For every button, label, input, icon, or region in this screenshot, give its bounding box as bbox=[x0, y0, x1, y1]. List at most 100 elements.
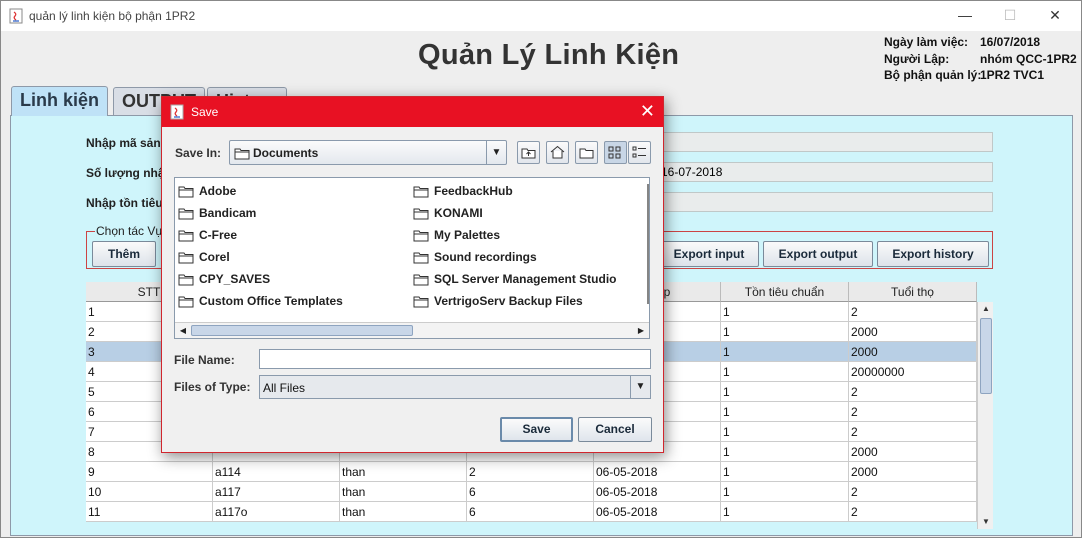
file-item-label: C-Free bbox=[199, 228, 238, 242]
scroll-left-arrow[interactable]: ◀ bbox=[176, 324, 190, 338]
table-cell[interactable]: than bbox=[340, 462, 467, 482]
scroll-thumb[interactable] bbox=[980, 318, 992, 394]
file-item[interactable]: Corel bbox=[178, 248, 408, 266]
table-cell[interactable]: 2000 bbox=[849, 442, 977, 462]
chevron-down-icon[interactable]: ▼ bbox=[486, 141, 506, 164]
table-row[interactable]: 9 a114 than 2 06-05-2018 1 2000 bbox=[86, 462, 977, 482]
table-cell[interactable]: 1 bbox=[721, 402, 849, 422]
file-list[interactable]: Adobe Bandicam C-Free Corel CPY_SAVES Custom … bbox=[174, 177, 650, 339]
table-cell[interactable]: 2000 bbox=[849, 342, 977, 362]
table-cell[interactable]: 2 bbox=[849, 502, 977, 522]
table-cell[interactable]: 1 bbox=[721, 382, 849, 402]
export-output-button[interactable]: Export output bbox=[763, 241, 873, 267]
table-cell[interactable]: 2 bbox=[849, 302, 977, 322]
table-cell[interactable]: 2 bbox=[849, 422, 977, 442]
scroll-down-arrow[interactable]: ▼ bbox=[978, 515, 994, 529]
table-cell[interactable]: 1 bbox=[721, 362, 849, 382]
table-cell[interactable]: 1 bbox=[721, 302, 849, 322]
table-cell[interactable]: than bbox=[340, 502, 467, 522]
file-item[interactable]: KONAMI bbox=[413, 204, 643, 222]
close-button[interactable]: ✕ bbox=[1043, 5, 1067, 25]
table-cell[interactable]: 06-05-2018 bbox=[594, 462, 721, 482]
table-row[interactable]: 11 a117o than 6 06-05-2018 1 2 bbox=[86, 502, 977, 522]
table-cell[interactable]: 1 bbox=[721, 342, 849, 362]
table-cell[interactable]: 2 bbox=[849, 402, 977, 422]
table-cell[interactable]: 10 bbox=[86, 482, 213, 502]
folder-icon bbox=[178, 230, 194, 242]
table-cell[interactable]: 2 bbox=[849, 482, 977, 502]
list-view-button[interactable] bbox=[604, 141, 627, 164]
header-lifespan[interactable]: Tuổi thọ bbox=[849, 282, 977, 302]
table-cell[interactable]: 6 bbox=[467, 502, 594, 522]
horizontal-scroll-thumb[interactable] bbox=[191, 325, 413, 336]
details-view-icon bbox=[632, 146, 646, 158]
table-row[interactable]: 10 a117 than 6 06-05-2018 1 2 bbox=[86, 482, 977, 502]
save-in-combo[interactable]: Documents ▼ bbox=[229, 140, 507, 165]
export-history-button[interactable]: Export history bbox=[877, 241, 989, 267]
table-cell[interactable]: 1 bbox=[721, 502, 849, 522]
file-item[interactable]: FeedbackHub bbox=[413, 182, 643, 200]
add-button[interactable]: Thêm bbox=[92, 241, 156, 267]
table-cell[interactable]: than bbox=[340, 482, 467, 502]
folder-icon bbox=[413, 186, 429, 198]
tab-linh-kien[interactable]: Linh kiện bbox=[11, 86, 109, 116]
product-code-field[interactable] bbox=[656, 132, 993, 152]
file-item-label: VertrigoServ Backup Files bbox=[434, 294, 583, 308]
table-cell[interactable]: 1 bbox=[721, 442, 849, 462]
table-cell[interactable]: 1 bbox=[721, 322, 849, 342]
date-field[interactable]: 16-07-2018 bbox=[656, 162, 993, 182]
scroll-right-arrow[interactable]: ▶ bbox=[634, 324, 648, 338]
file-item-label: Adobe bbox=[199, 184, 237, 198]
table-cell[interactable]: 06-05-2018 bbox=[594, 502, 721, 522]
window-title: quản lý linh kiện bộ phận 1PR2 bbox=[29, 9, 196, 23]
table-cell[interactable]: 2000 bbox=[849, 322, 977, 342]
file-list-horizontal-scrollbar[interactable]: ◀ ▶ bbox=[175, 322, 649, 338]
table-cell[interactable]: 06-05-2018 bbox=[594, 482, 721, 502]
file-item[interactable]: VertrigoServ Backup Files bbox=[413, 292, 643, 310]
file-item[interactable]: Sound recordings bbox=[413, 248, 643, 266]
stock-field[interactable] bbox=[656, 192, 993, 212]
dialog-close-button[interactable]: ✕ bbox=[640, 101, 655, 121]
file-item-label: Bandicam bbox=[199, 206, 257, 220]
file-item[interactable]: Bandicam bbox=[178, 204, 408, 222]
table-cell[interactable]: 6 bbox=[467, 482, 594, 502]
table-cell[interactable]: a117 bbox=[213, 482, 340, 502]
up-folder-button[interactable] bbox=[517, 141, 540, 164]
export-input-button[interactable]: Export input bbox=[659, 241, 759, 267]
table-cell[interactable]: 1 bbox=[721, 462, 849, 482]
creator-label: Người Lập: bbox=[884, 52, 950, 66]
table-cell[interactable]: 9 bbox=[86, 462, 213, 482]
file-name-input[interactable] bbox=[259, 349, 651, 369]
minimize-button[interactable]: — bbox=[953, 5, 977, 25]
file-item[interactable]: CPY_SAVES bbox=[178, 270, 408, 288]
table-cell[interactable]: 1 bbox=[721, 422, 849, 442]
save-button[interactable]: Save bbox=[500, 417, 573, 442]
details-view-button[interactable] bbox=[628, 141, 651, 164]
new-folder-button[interactable] bbox=[575, 141, 598, 164]
file-item[interactable]: C-Free bbox=[178, 226, 408, 244]
table-cell[interactable]: 2 bbox=[467, 462, 594, 482]
table-cell[interactable]: 20000000 bbox=[849, 362, 977, 382]
window-titlebar: quản lý linh kiện bộ phận 1PR2 — ☐ ✕ bbox=[1, 1, 1081, 31]
home-button[interactable] bbox=[546, 141, 569, 164]
file-item[interactable]: SQL Server Management Studio bbox=[413, 270, 643, 288]
file-item[interactable]: Custom Office Templates bbox=[178, 292, 408, 310]
table-cell[interactable]: a117o bbox=[213, 502, 340, 522]
table-cell[interactable]: 2000 bbox=[849, 462, 977, 482]
header-standard-stock[interactable]: Tồn tiêu chuẩn bbox=[721, 282, 849, 302]
file-item[interactable]: Adobe bbox=[178, 182, 408, 200]
scroll-up-arrow[interactable]: ▲ bbox=[978, 302, 994, 316]
maximize-button[interactable]: ☐ bbox=[998, 5, 1022, 25]
chevron-down-icon[interactable]: ▼ bbox=[630, 376, 650, 398]
table-cell[interactable]: 2 bbox=[849, 382, 977, 402]
table-cell[interactable]: a114 bbox=[213, 462, 340, 482]
table-cell[interactable]: 1 bbox=[721, 482, 849, 502]
folder-icon bbox=[234, 148, 250, 160]
table-cell[interactable]: 11 bbox=[86, 502, 213, 522]
file-type-combo[interactable]: All Files ▼ bbox=[259, 375, 651, 399]
table-vertical-scrollbar[interactable]: ▲ ▼ bbox=[977, 302, 993, 529]
java-app-icon bbox=[9, 8, 23, 24]
file-item[interactable]: My Palettes bbox=[413, 226, 643, 244]
cancel-button[interactable]: Cancel bbox=[578, 417, 652, 442]
quantity-label: Số lượng nhậ bbox=[86, 166, 165, 180]
